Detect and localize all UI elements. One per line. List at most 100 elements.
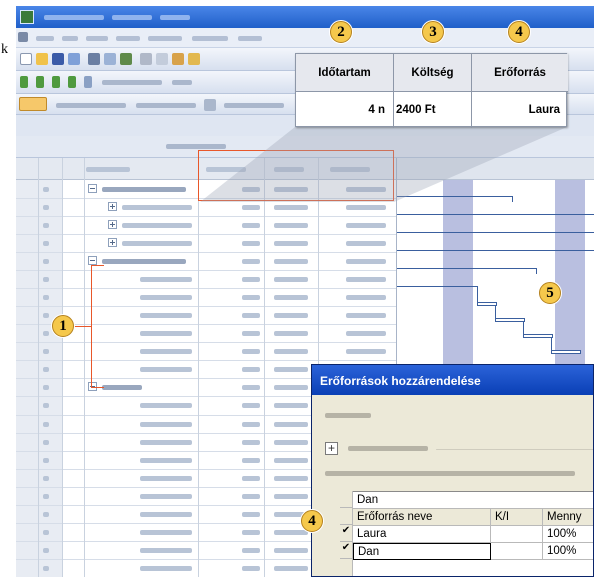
row-number[interactable] bbox=[43, 493, 49, 499]
task-name-cell[interactable] bbox=[122, 241, 192, 247]
duration-cell[interactable] bbox=[242, 385, 260, 391]
task-name-cell[interactable] bbox=[140, 493, 192, 499]
resource-ki-cell[interactable] bbox=[491, 543, 543, 560]
resource-amount-cell[interactable]: 100% bbox=[543, 526, 593, 543]
duration-cell[interactable] bbox=[242, 277, 260, 283]
duration-cell[interactable] bbox=[242, 493, 260, 499]
resource-entry-field[interactable]: Dan bbox=[353, 492, 593, 509]
copy-icon[interactable] bbox=[156, 53, 168, 65]
menu-item[interactable] bbox=[192, 36, 228, 41]
row-number[interactable] bbox=[43, 547, 49, 553]
cost-cell[interactable] bbox=[274, 403, 308, 409]
row-number[interactable] bbox=[43, 313, 49, 319]
task-name-cell[interactable] bbox=[102, 187, 186, 192]
resource-ki-cell[interactable] bbox=[491, 526, 543, 543]
cost-cell[interactable] bbox=[274, 241, 308, 247]
row-number[interactable] bbox=[43, 277, 49, 283]
collapse-icon[interactable] bbox=[88, 256, 97, 266]
expand-icon[interactable] bbox=[108, 238, 117, 248]
cost-cell[interactable] bbox=[274, 313, 308, 319]
resource-cell[interactable] bbox=[346, 223, 386, 229]
task-name-cell[interactable] bbox=[102, 385, 142, 391]
format-painter-icon[interactable] bbox=[188, 53, 200, 65]
task-name-cell[interactable] bbox=[122, 205, 192, 211]
spelling-icon[interactable] bbox=[120, 53, 132, 65]
paste-icon[interactable] bbox=[172, 53, 184, 65]
menu-item[interactable] bbox=[116, 36, 140, 41]
row-number[interactable] bbox=[43, 223, 49, 229]
gantt-task-bar[interactable] bbox=[523, 334, 553, 338]
row-number[interactable] bbox=[43, 241, 49, 247]
duration-cell[interactable] bbox=[242, 349, 260, 355]
menu-item[interactable] bbox=[148, 36, 182, 41]
row-number[interactable] bbox=[43, 511, 49, 517]
expand-icon[interactable] bbox=[108, 202, 117, 212]
row-number[interactable] bbox=[43, 349, 49, 355]
duration-cell[interactable] bbox=[242, 439, 260, 445]
resource-cell[interactable] bbox=[346, 331, 386, 337]
permission-icon[interactable] bbox=[68, 53, 80, 65]
expand-icon[interactable] bbox=[108, 220, 117, 230]
duration-cell[interactable] bbox=[242, 205, 260, 211]
task-name-cell[interactable] bbox=[140, 547, 192, 553]
show-icon[interactable] bbox=[84, 76, 92, 88]
row-number[interactable] bbox=[43, 331, 49, 337]
toolbar-item[interactable] bbox=[136, 103, 196, 108]
duration-cell[interactable] bbox=[242, 529, 260, 535]
show-dropdown[interactable] bbox=[102, 80, 162, 85]
save-icon[interactable] bbox=[52, 53, 64, 65]
cost-cell[interactable] bbox=[274, 331, 308, 337]
resource-cell[interactable] bbox=[346, 205, 386, 211]
duration-cell[interactable] bbox=[242, 367, 260, 373]
menu-item[interactable] bbox=[238, 36, 262, 41]
cost-cell[interactable] bbox=[274, 421, 308, 427]
collapse-icon[interactable] bbox=[88, 184, 97, 193]
duration-cell[interactable] bbox=[242, 295, 260, 301]
task-name-cell[interactable] bbox=[140, 331, 192, 337]
row-number[interactable] bbox=[43, 295, 49, 301]
cost-cell[interactable] bbox=[274, 565, 308, 571]
row-number[interactable] bbox=[43, 457, 49, 463]
row-number[interactable] bbox=[43, 529, 49, 535]
resource-cell[interactable] bbox=[346, 349, 386, 355]
duration-cell[interactable] bbox=[242, 331, 260, 337]
gantt-task-bar[interactable] bbox=[551, 350, 581, 354]
resource-name-cell[interactable]: Dan bbox=[353, 543, 491, 560]
duration-cell[interactable] bbox=[242, 241, 260, 247]
resource-cell[interactable] bbox=[346, 241, 386, 247]
toolbar-item[interactable] bbox=[172, 80, 192, 85]
open-folder-icon[interactable] bbox=[36, 53, 48, 65]
task-name-cell[interactable] bbox=[102, 259, 186, 265]
cost-cell[interactable] bbox=[274, 439, 308, 445]
task-name-cell[interactable] bbox=[140, 349, 192, 355]
cost-cell[interactable] bbox=[274, 349, 308, 355]
print-icon[interactable] bbox=[88, 53, 100, 65]
row-number[interactable] bbox=[43, 187, 49, 192]
row-number[interactable] bbox=[43, 259, 49, 265]
resource-cell[interactable] bbox=[346, 313, 386, 319]
duration-cell[interactable] bbox=[242, 457, 260, 463]
print-preview-icon[interactable] bbox=[104, 53, 116, 65]
toolbar-item[interactable] bbox=[56, 103, 126, 108]
task-name-cell[interactable] bbox=[140, 565, 192, 571]
row-number[interactable] bbox=[43, 475, 49, 481]
cost-cell[interactable] bbox=[274, 277, 308, 283]
cost-cell[interactable] bbox=[274, 367, 308, 373]
task-name-cell[interactable] bbox=[140, 367, 192, 373]
duration-cell[interactable] bbox=[242, 475, 260, 481]
task-name-cell[interactable] bbox=[140, 403, 192, 409]
cost-cell[interactable] bbox=[274, 493, 308, 499]
task-name-cell[interactable] bbox=[122, 223, 192, 229]
row-number[interactable] bbox=[43, 205, 49, 211]
duration-cell[interactable] bbox=[242, 403, 260, 409]
expand-options-button[interactable]: + bbox=[325, 442, 338, 455]
task-name-cell[interactable] bbox=[140, 511, 192, 517]
duration-cell[interactable] bbox=[242, 313, 260, 319]
cost-cell[interactable] bbox=[274, 223, 308, 229]
cut-icon[interactable] bbox=[140, 53, 152, 65]
cost-cell[interactable] bbox=[274, 547, 308, 553]
task-name-cell[interactable] bbox=[140, 439, 192, 445]
row-number[interactable] bbox=[43, 367, 49, 373]
resource-cell[interactable] bbox=[346, 259, 386, 265]
task-name-cell[interactable] bbox=[140, 277, 192, 283]
